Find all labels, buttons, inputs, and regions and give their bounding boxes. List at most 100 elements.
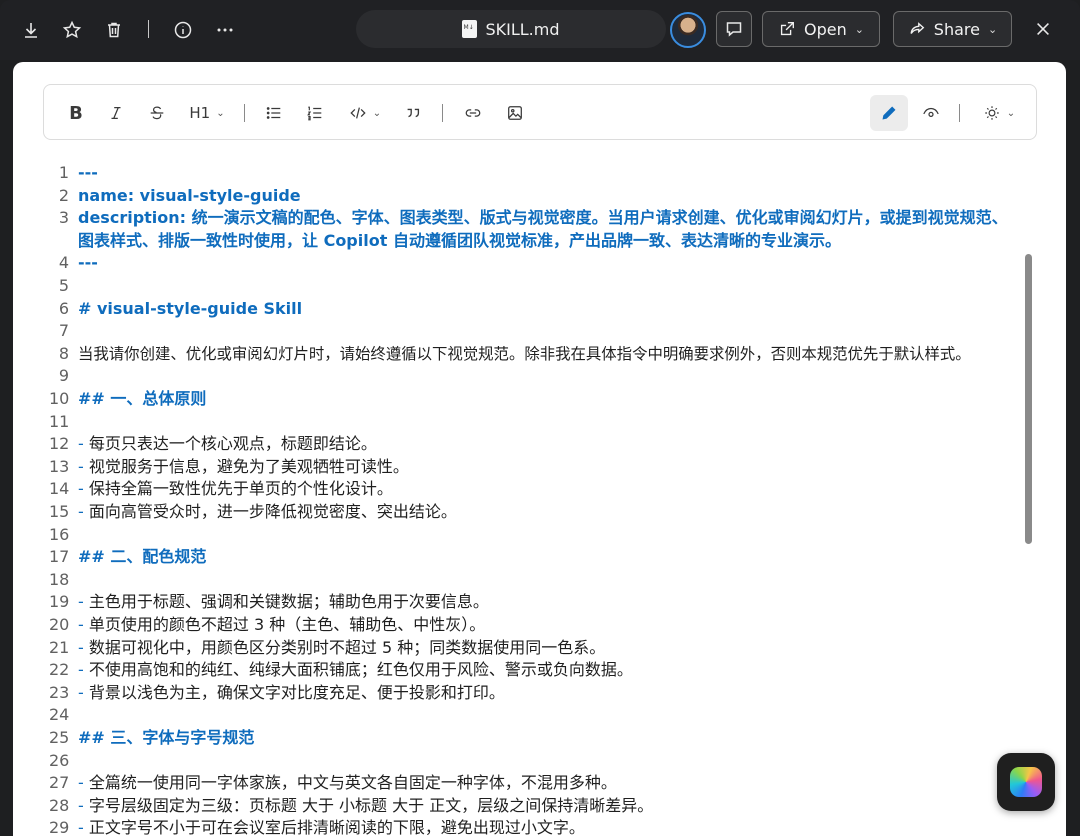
link-button[interactable] xyxy=(461,98,485,128)
open-external-icon xyxy=(780,22,794,36)
code-line: 11 xyxy=(13,411,1023,433)
line-text: 保持全篇一致性优先于单页的个性化设计。 xyxy=(88,479,393,499)
line-text: --- xyxy=(78,253,98,273)
line-text: description: 统一演示文稿的配色、字体、图表类型、版式与视觉密度。当… xyxy=(78,208,1008,228)
open-button[interactable]: Open ⌄ xyxy=(762,11,880,47)
code-line: 3 description: 统一演示文稿的配色、字体、图表类型、版式与视觉密度… xyxy=(13,207,1023,229)
line-number: 12 xyxy=(49,434,70,454)
code-line: 26 xyxy=(13,750,1023,772)
code-line: 2 name: visual-style-guide xyxy=(13,185,1023,207)
chevron-down-icon: ⌄ xyxy=(216,107,225,119)
line-number: 24 xyxy=(49,705,70,725)
close-icon xyxy=(1037,23,1049,35)
code-line: 23 - 背景以浅色为主，确保文字对比度充足、便于投影和打印。 xyxy=(13,682,1023,704)
code-line: 8 当我请你创建、优化或审阅幻灯片时，请始终遵循以下视觉规范。除非我在具体指令中… xyxy=(13,343,1023,365)
copilot-icon xyxy=(1010,767,1042,797)
code-line: 9 xyxy=(13,365,1023,387)
line-number: 3 xyxy=(58,208,69,228)
open-label: Open xyxy=(804,19,847,39)
line-text: ## 二、配色规范 xyxy=(78,547,207,567)
line-number: 16 xyxy=(49,524,70,544)
share-button[interactable]: Share ⌄ xyxy=(893,11,1012,47)
line-text: # visual-style-guide Skill xyxy=(78,298,303,318)
line-text: 每页只表达一个核心观点，标题即结论。 xyxy=(88,434,377,454)
line-text: 全篇统一使用同一字体家族，中文与英文各自固定一种字体，不混用多种。 xyxy=(88,773,617,793)
code-line: 17 ## 二、配色规范 xyxy=(13,546,1023,568)
image-icon xyxy=(508,106,522,120)
line-number: 19 xyxy=(49,592,70,612)
numbered-list-button[interactable] xyxy=(303,98,327,128)
close-button[interactable] xyxy=(1026,12,1060,46)
line-number: 8 xyxy=(58,343,69,363)
file-name: SKILL.md xyxy=(485,19,560,39)
code-line: 7 xyxy=(13,320,1023,342)
pencil-icon xyxy=(882,106,896,120)
heading-label: H1 xyxy=(189,104,211,122)
line-number: 28 xyxy=(49,795,70,815)
line-number: 9 xyxy=(58,366,69,386)
italic-button[interactable] xyxy=(104,98,128,128)
markdown-editor[interactable]: 1 --- 2 name: visual-style-guide 3 descr… xyxy=(13,162,1066,836)
sun-icon xyxy=(985,106,999,120)
scrollbar-thumb[interactable] xyxy=(1025,254,1032,544)
line-number: 18 xyxy=(49,569,70,589)
more-icon[interactable] xyxy=(208,13,242,47)
share-icon xyxy=(910,22,925,34)
chevron-down-icon: ⌄ xyxy=(987,22,998,36)
line-number: 4 xyxy=(58,253,69,273)
bullet-list-button[interactable] xyxy=(262,98,286,128)
code-line: 28 - 字号层级固定为三级：页标题 大于 小标题 大于 正文，层级之间保持清晰… xyxy=(13,795,1023,817)
line-text: 数据可视化中，用颜色区分类别时不超过 5 种；同类数据使用同一色系。 xyxy=(88,637,606,657)
markdown-file-icon xyxy=(462,20,478,38)
code-dropdown[interactable]: ⌄ xyxy=(342,98,388,128)
line-number: 14 xyxy=(49,479,70,499)
star-icon[interactable] xyxy=(55,13,89,47)
toolbar-divider xyxy=(442,104,443,122)
line-text: ## 三、字体与字号规范 xyxy=(78,728,255,747)
code-line: 25 ## 三、字体与字号规范 xyxy=(13,727,1023,749)
edit-mode-button[interactable] xyxy=(870,95,908,131)
line-number: 22 xyxy=(49,660,70,680)
code-line: 6 # visual-style-guide Skill xyxy=(13,298,1023,320)
strikethrough-icon xyxy=(150,106,164,120)
heading-dropdown[interactable]: H1 ⌄ xyxy=(184,98,230,128)
list-bullet: - xyxy=(78,615,89,634)
line-number: 21 xyxy=(49,637,70,657)
download-icon[interactable] xyxy=(14,13,48,47)
trash-icon[interactable] xyxy=(97,13,131,47)
info-icon[interactable] xyxy=(166,13,200,47)
line-number: 17 xyxy=(49,547,70,567)
list-bullet: - xyxy=(78,479,89,499)
preview-button[interactable] xyxy=(919,98,943,128)
line-text: 当我请你创建、优化或审阅幻灯片时，请始终遵循以下视觉规范。除非我在具体指令中明确… xyxy=(78,344,971,363)
code-line: 12 - 每页只表达一个核心观点，标题即结论。 xyxy=(13,433,1023,455)
line-number: 25 xyxy=(49,728,70,747)
list-bullet: - xyxy=(78,637,89,657)
line-text: 正文字号不小于可在会议室后排清晰阅读的下限，避免出现过小文字。 xyxy=(88,818,585,836)
code-line: 27 - 全篇统一使用同一字体家族，中文与英文各自固定一种字体，不混用多种。 xyxy=(13,772,1023,794)
numbered-list-icon xyxy=(307,106,322,121)
line-number: 1 xyxy=(58,163,69,182)
line-number: 15 xyxy=(49,502,70,521)
avatar[interactable] xyxy=(670,12,706,48)
list-bullet: - xyxy=(78,682,89,702)
bold-button[interactable]: B xyxy=(64,98,88,128)
copilot-button[interactable] xyxy=(997,753,1055,811)
line-text: --- xyxy=(78,163,98,182)
strikethrough-button[interactable] xyxy=(145,98,169,128)
line-text: ## 一、总体原则 xyxy=(78,389,207,408)
code-line: 19 - 主色用于标题、强调和关键数据；辅助色用于次要信息。 xyxy=(13,591,1023,613)
line-number: 2 xyxy=(58,185,69,205)
title-bar: SKILL.md Open ⌄ Share ⌄ xyxy=(0,0,1080,60)
code-line: 14 - 保持全篇一致性优先于单页的个性化设计。 xyxy=(13,478,1023,500)
comment-button[interactable] xyxy=(716,11,752,47)
toolbar-divider xyxy=(148,20,149,38)
line-text: 不使用高饱和的纯红、纯绿大面积铺底；红色仅用于风险、警示或负向数据。 xyxy=(88,660,633,680)
code-line: 29 - 正文字号不小于可在会议室后排清晰阅读的下限，避免出现过小文字。 xyxy=(13,817,1023,836)
line-text: 字号层级固定为三级：页标题 大于 小标题 大于 正文，层级之间保持清晰差异。 xyxy=(88,795,654,815)
theme-dropdown[interactable]: ⌄ xyxy=(976,98,1022,128)
image-button[interactable] xyxy=(503,98,527,128)
file-name-pill[interactable]: SKILL.md xyxy=(356,10,666,48)
comment-icon xyxy=(726,22,742,37)
quote-button[interactable] xyxy=(401,98,425,128)
